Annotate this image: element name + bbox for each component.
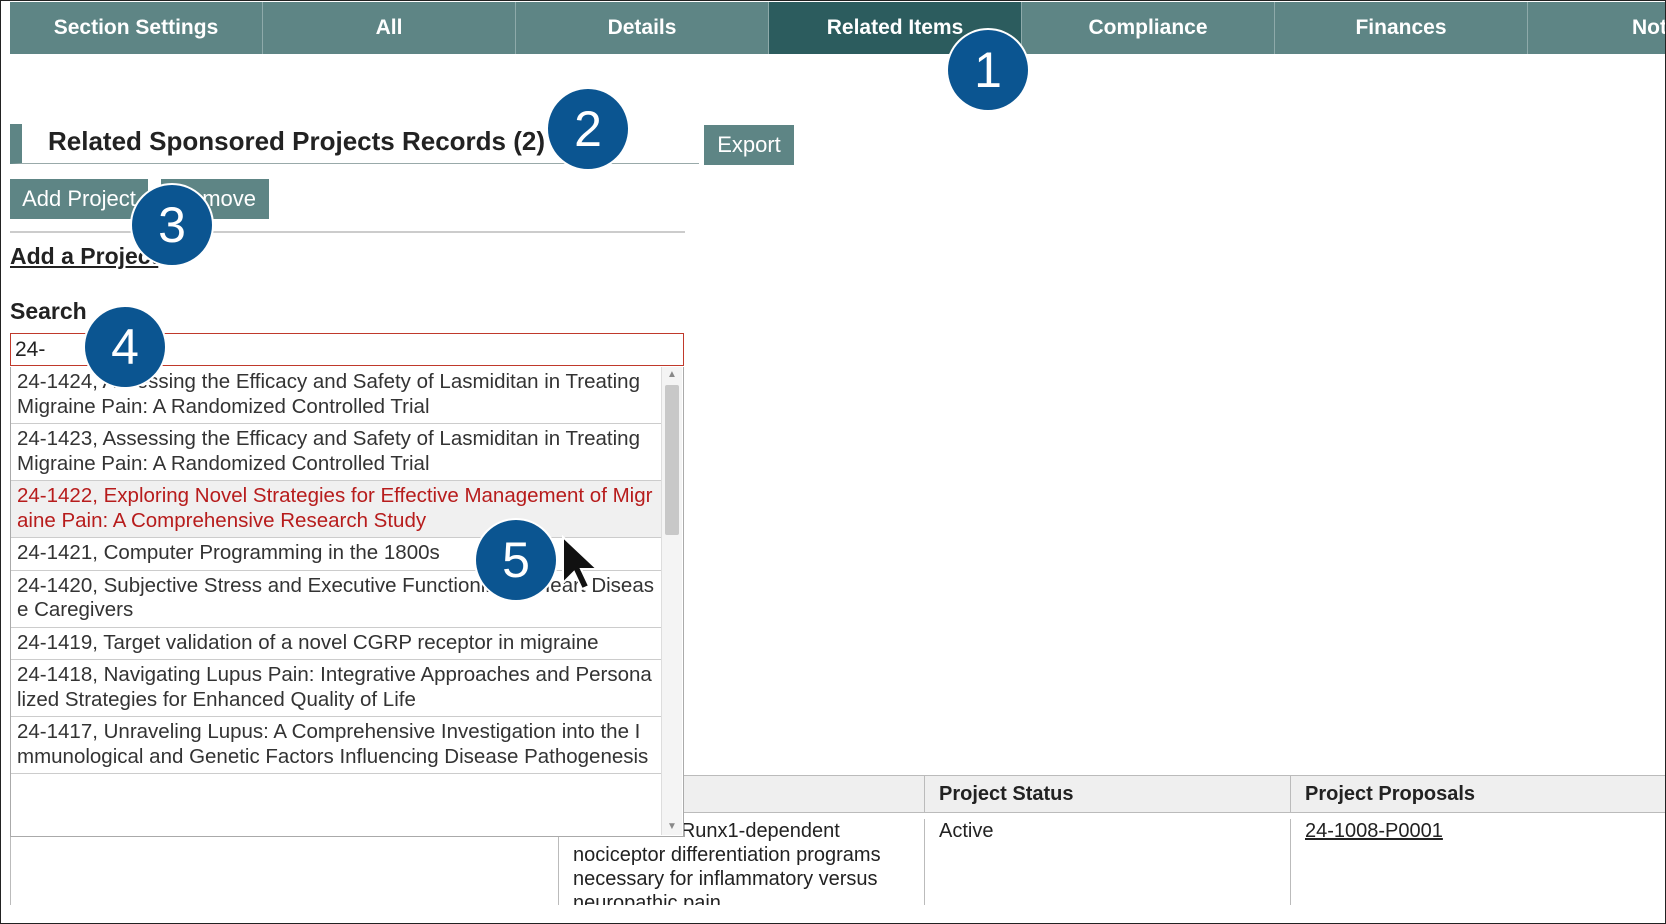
callout-marker: 1 xyxy=(948,30,1028,110)
mouse-pointer-icon xyxy=(562,535,600,591)
tab-finances[interactable]: Finances xyxy=(1275,2,1528,54)
search-label: Search xyxy=(10,298,87,324)
table-cell-proposal: 24-1008-P0001 xyxy=(1290,819,1665,905)
add-project-title: Add a Project xyxy=(10,243,159,269)
export-button[interactable]: Export xyxy=(704,125,794,165)
callout-marker: 2 xyxy=(548,89,628,169)
scroll-up-icon[interactable]: ▲ xyxy=(662,367,682,383)
tab-all[interactable]: All xyxy=(263,2,516,54)
scroll-thumb[interactable] xyxy=(665,385,679,535)
result-item[interactable]: 24-1423, Assessing the Efficacy and Safe… xyxy=(11,424,661,481)
tab-details[interactable]: Details xyxy=(516,2,769,54)
tab-bar: Section Settings All Details Related Ite… xyxy=(10,2,1665,54)
add-project-button[interactable]: Add Project xyxy=(10,179,148,219)
tab-notes[interactable]: Not xyxy=(1528,2,1665,54)
section-title: Related Sponsored Projects Records (2) xyxy=(48,126,546,156)
result-item-highlighted[interactable]: 24-1422, Exploring Novel Strategies for … xyxy=(11,481,661,538)
column-header-status[interactable]: Project Status xyxy=(924,776,1291,812)
result-item[interactable]: 24-1418, Navigating Lupus Pain: Integrat… xyxy=(11,660,661,717)
result-item[interactable]: 24-1419, Target validation of a novel CG… xyxy=(11,627,661,660)
tab-compliance[interactable]: Compliance xyxy=(1022,2,1275,54)
scroll-down-icon[interactable]: ▼ xyxy=(662,819,682,835)
table-cell-status: Active xyxy=(924,819,1291,905)
column-header-proposals[interactable]: Project Proposals xyxy=(1290,776,1665,812)
callout-marker: 3 xyxy=(132,185,212,265)
dropdown-scrollbar[interactable]: ▲ ▼ xyxy=(661,367,682,835)
callout-marker: 5 xyxy=(476,520,556,600)
search-results-dropdown: 24-1424, Assessing the Efficacy and Safe… xyxy=(10,367,684,837)
callout-marker: 4 xyxy=(85,307,165,387)
result-item[interactable]: 24-1417, Unraveling Lupus: A Comprehensi… xyxy=(11,717,661,774)
page-frame: Section Settings All Details Related Ite… xyxy=(0,0,1666,924)
proposal-link[interactable]: 24-1008-P0001 xyxy=(1305,820,1443,842)
tab-section-settings[interactable]: Section Settings xyxy=(10,2,263,54)
divider xyxy=(10,231,685,233)
